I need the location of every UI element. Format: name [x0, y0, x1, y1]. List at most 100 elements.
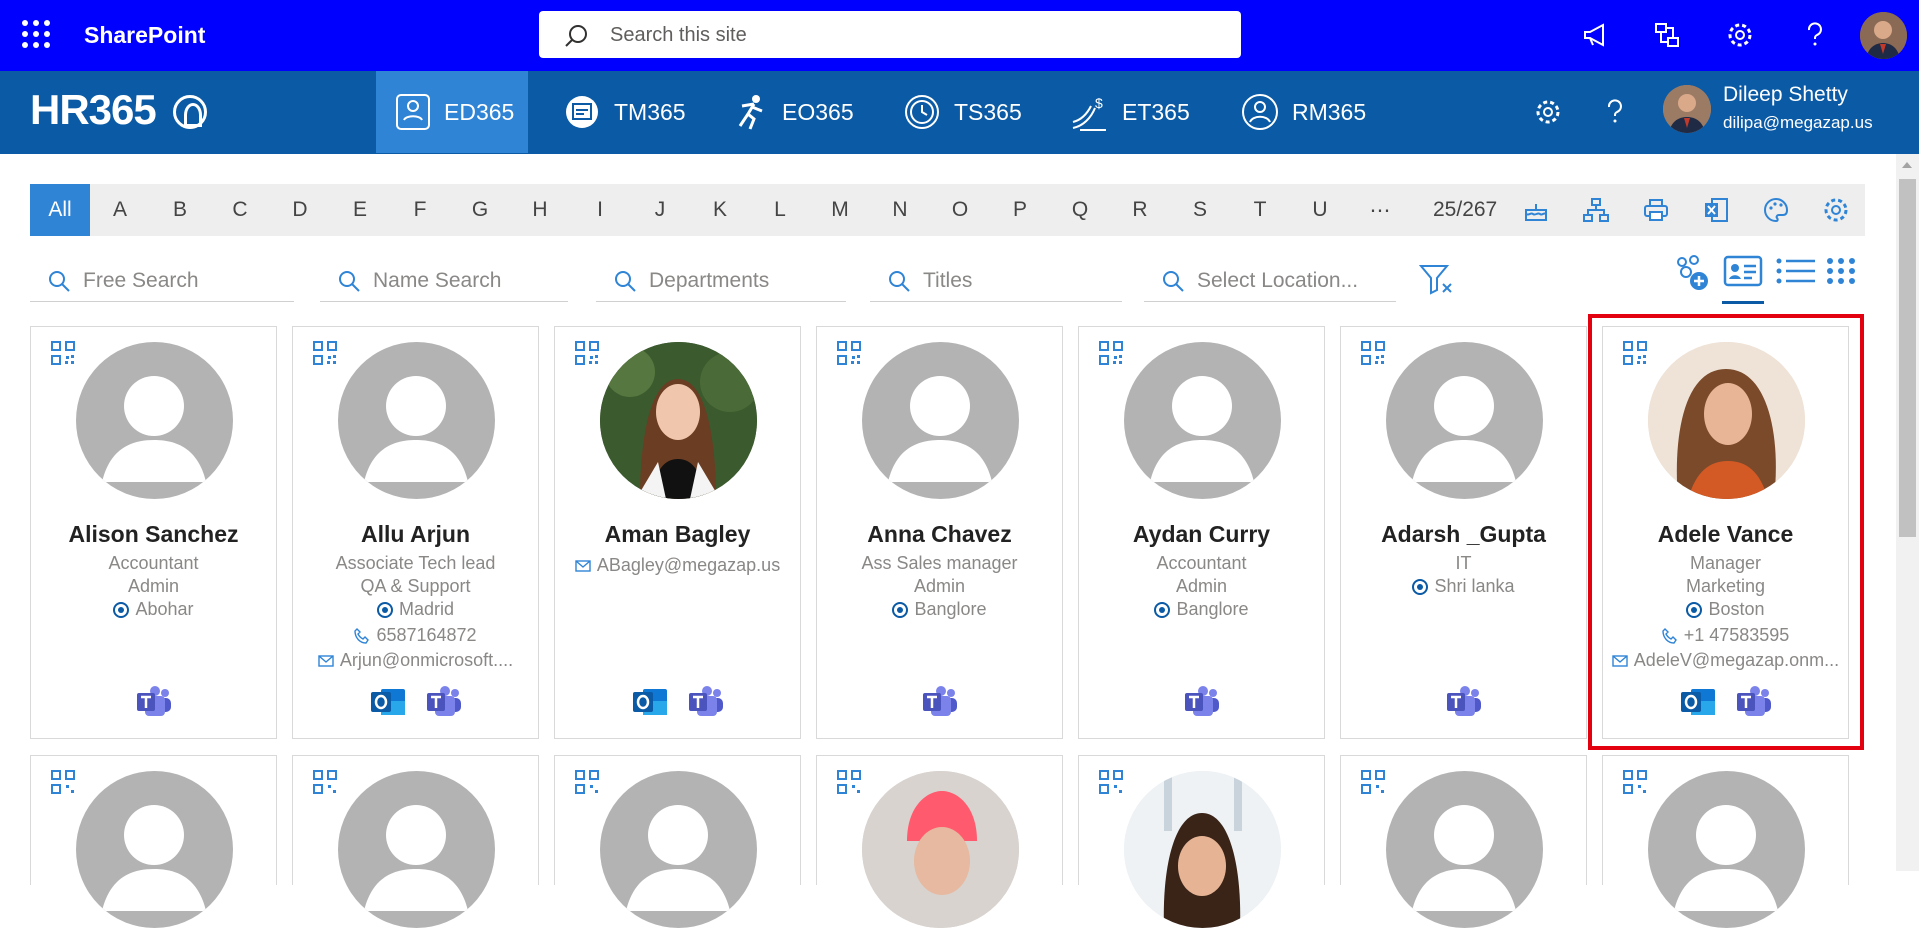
letter-filter[interactable]: K: [690, 198, 750, 222]
employee-card[interactable]: Alison Sanchez Accountant Admin Abohar: [30, 326, 277, 739]
megaphone-icon[interactable]: [1581, 20, 1611, 50]
employee-card[interactable]: Anna Chavez Ass Sales manager Admin Bang…: [816, 326, 1063, 739]
scroll-up-arrow-icon[interactable]: [1902, 162, 1912, 168]
teams-icon[interactable]: [425, 685, 463, 719]
titles-search-input[interactable]: Titles: [870, 260, 1122, 302]
suite-user-avatar[interactable]: [1860, 12, 1907, 59]
qr-code-icon[interactable]: [837, 770, 861, 794]
outlook-icon[interactable]: [631, 685, 669, 719]
tab-ed365[interactable]: ED365: [376, 71, 528, 153]
qr-code-icon[interactable]: [1099, 341, 1123, 365]
letter-filter[interactable]: S: [1170, 198, 1230, 222]
org-chart-icon[interactable]: [1582, 196, 1610, 224]
letter-filter[interactable]: U: [1290, 198, 1350, 222]
letter-filter[interactable]: H: [510, 198, 570, 222]
employee-name[interactable]: Allu Arjun: [293, 521, 538, 548]
tab-et365[interactable]: $ ET365: [1070, 71, 1190, 153]
settings-gear-icon[interactable]: [1725, 20, 1755, 50]
default-avatar[interactable]: [1386, 342, 1543, 499]
org-chart-share-icon[interactable]: [1652, 20, 1682, 50]
default-avatar[interactable]: [1648, 771, 1805, 928]
letter-filter[interactable]: O: [930, 198, 990, 222]
teams-icon[interactable]: [1445, 685, 1483, 719]
default-avatar[interactable]: [338, 342, 495, 499]
qr-code-icon[interactable]: [1361, 341, 1385, 365]
teams-icon[interactable]: [1183, 685, 1221, 719]
app-settings-gear-icon[interactable]: [1533, 97, 1563, 127]
letter-filter[interactable]: R: [1110, 198, 1170, 222]
outlook-icon[interactable]: [369, 685, 407, 719]
default-avatar[interactable]: [76, 342, 233, 499]
employee-card[interactable]: [1602, 755, 1849, 928]
free-search-input[interactable]: Free Search: [30, 260, 294, 302]
default-avatar[interactable]: [1386, 771, 1543, 928]
teams-icon[interactable]: [687, 685, 725, 719]
letter-filter[interactable]: P: [990, 198, 1050, 222]
card-view-icon[interactable]: [1722, 254, 1764, 304]
qr-code-icon[interactable]: [1099, 770, 1123, 794]
employee-card[interactable]: Adarsh _Gupta IT Shri lanka: [1340, 326, 1587, 739]
employee-card[interactable]: [816, 755, 1063, 928]
tab-ts365[interactable]: TS365: [902, 71, 1022, 153]
qr-code-icon[interactable]: [313, 770, 337, 794]
default-avatar[interactable]: [1124, 342, 1281, 499]
theme-palette-icon[interactable]: [1762, 196, 1790, 224]
hr365-logo[interactable]: HR365: [30, 86, 157, 134]
letter-filter-all[interactable]: All: [30, 184, 90, 236]
employee-name[interactable]: Alison Sanchez: [31, 521, 276, 548]
tab-eo365[interactable]: EO365: [730, 71, 854, 153]
teams-icon[interactable]: [921, 685, 959, 719]
default-avatar[interactable]: [76, 771, 233, 928]
qr-code-icon[interactable]: [575, 770, 599, 794]
tab-rm365[interactable]: RM365: [1240, 71, 1366, 153]
letter-filter[interactable]: Q: [1050, 198, 1110, 222]
employee-name[interactable]: Anna Chavez: [817, 521, 1062, 548]
employee-card[interactable]: Aman Bagley ABagley@megazap.us: [554, 326, 801, 739]
employee-card[interactable]: [1340, 755, 1587, 928]
letter-filter[interactable]: B: [150, 198, 210, 222]
employee-email[interactable]: Arjun@onmicrosoft....: [293, 650, 538, 671]
employee-email[interactable]: ABagley@megazap.us: [555, 555, 800, 576]
app-help-icon[interactable]: [1600, 97, 1630, 127]
add-people-icon[interactable]: [1670, 252, 1712, 294]
letter-filter[interactable]: J: [630, 198, 690, 222]
employee-photo[interactable]: [600, 342, 757, 499]
page-scrollbar[interactable]: [1896, 154, 1919, 871]
excel-export-icon[interactable]: [1702, 196, 1730, 224]
default-avatar[interactable]: [600, 771, 757, 928]
letter-filter[interactable]: E: [330, 198, 390, 222]
qr-code-icon[interactable]: [51, 770, 75, 794]
employee-phone[interactable]: 6587164872: [293, 625, 538, 646]
employee-photo[interactable]: [862, 771, 1019, 928]
user-avatar[interactable]: [1663, 85, 1711, 133]
letter-filter[interactable]: L: [750, 198, 810, 222]
qr-code-icon[interactable]: [313, 341, 337, 365]
location-select[interactable]: Select Location...: [1144, 260, 1396, 302]
qr-code-icon[interactable]: [1361, 770, 1385, 794]
more-letters-button[interactable]: ⋯: [1350, 198, 1410, 223]
app-launcher-icon[interactable]: [22, 20, 50, 48]
employee-card[interactable]: [292, 755, 539, 928]
employee-card[interactable]: Aydan Curry Accountant Admin Banglore: [1078, 326, 1325, 739]
tab-tm365[interactable]: TM365: [562, 71, 686, 153]
letter-filter[interactable]: T: [1230, 198, 1290, 222]
employee-name[interactable]: Aydan Curry: [1079, 521, 1324, 548]
birthday-cake-icon[interactable]: [1522, 196, 1550, 224]
employee-card[interactable]: [30, 755, 277, 928]
letter-filter[interactable]: M: [810, 198, 870, 222]
letter-filter[interactable]: D: [270, 198, 330, 222]
letter-filter[interactable]: C: [210, 198, 270, 222]
letter-filter[interactable]: N: [870, 198, 930, 222]
sharepoint-title[interactable]: SharePoint: [84, 22, 205, 49]
help-icon[interactable]: [1800, 20, 1830, 50]
letter-filter[interactable]: G: [450, 198, 510, 222]
site-search-box[interactable]: Search this site: [539, 11, 1241, 58]
employee-card[interactable]: [554, 755, 801, 928]
scrollbar-thumb[interactable]: [1899, 179, 1916, 537]
letter-filter[interactable]: I: [570, 198, 630, 222]
employee-card[interactable]: Allu Arjun Associate Tech lead QA & Supp…: [292, 326, 539, 739]
qr-code-icon[interactable]: [51, 341, 75, 365]
employee-card[interactable]: [1078, 755, 1325, 928]
employee-photo[interactable]: [1124, 771, 1281, 928]
employee-name[interactable]: Aman Bagley: [555, 521, 800, 548]
